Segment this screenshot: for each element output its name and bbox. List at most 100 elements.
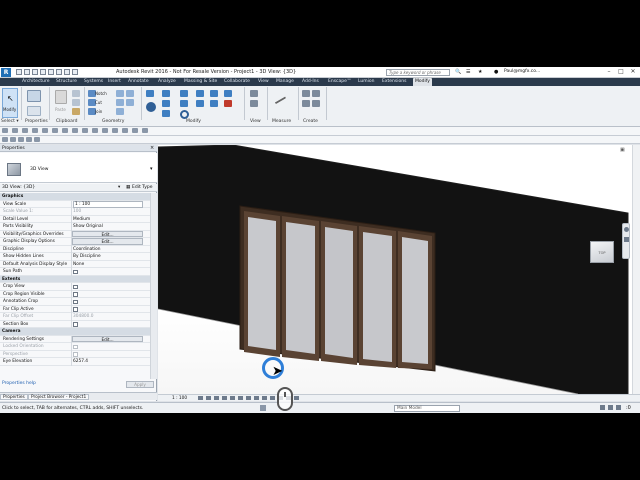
paste-icon[interactable] xyxy=(55,90,67,104)
apply-button[interactable]: Apply xyxy=(126,381,154,388)
offset-icon[interactable] xyxy=(162,90,170,97)
tab-manage[interactable]: Manage xyxy=(276,79,294,84)
rotate-icon[interactable] xyxy=(180,110,189,119)
property-group-header[interactable]: Graphics xyxy=(0,193,150,201)
property-row[interactable]: Crop Region Visible xyxy=(0,290,150,298)
property-checkbox[interactable] xyxy=(73,322,78,327)
property-row[interactable]: Scale Value 1: 100 xyxy=(0,208,150,216)
property-row[interactable]: Discipline Coordination xyxy=(0,245,150,253)
measure-tool-icon[interactable] xyxy=(269,87,287,105)
render-icon[interactable] xyxy=(230,396,235,400)
unjoin-icon[interactable] xyxy=(116,108,124,115)
modify-small-icon[interactable] xyxy=(2,128,8,133)
property-checkbox[interactable] xyxy=(73,292,78,297)
property-checkbox[interactable] xyxy=(73,307,78,312)
property-value[interactable]: Show Original xyxy=(73,224,103,229)
property-row[interactable]: Section Box xyxy=(0,320,150,328)
match-properties-icon[interactable] xyxy=(72,108,80,115)
property-row[interactable]: Detail Level Medium xyxy=(0,215,150,223)
print-small-icon[interactable] xyxy=(52,128,58,133)
property-value[interactable]: 1 : 100 xyxy=(73,200,143,208)
demolish-icon[interactable] xyxy=(126,99,134,106)
view-selector[interactable]: 3D View: {3D} xyxy=(2,185,35,190)
save-icon[interactable] xyxy=(24,69,30,75)
property-row[interactable]: Locked Orientation xyxy=(0,343,150,351)
property-checkbox[interactable] xyxy=(73,284,78,289)
text-icon[interactable] xyxy=(64,69,70,75)
notch-label[interactable]: Notch xyxy=(95,91,107,96)
tab-analyze[interactable]: Analyze xyxy=(158,79,176,84)
application-menu-button[interactable]: R xyxy=(1,68,11,77)
tab-systems[interactable]: Systems xyxy=(84,79,103,84)
viewport-scrollbar[interactable] xyxy=(632,145,640,394)
measure-icon[interactable] xyxy=(56,69,62,75)
show-crop-icon[interactable] xyxy=(246,396,251,400)
tab-properties[interactable]: Properties xyxy=(0,394,28,400)
unpin-icon[interactable] xyxy=(224,90,232,97)
type-properties-icon[interactable] xyxy=(27,106,41,116)
sun-path-icon[interactable] xyxy=(214,396,219,400)
scale-icon[interactable] xyxy=(210,90,218,97)
copy-icon[interactable] xyxy=(72,99,80,106)
tab-add-ins[interactable]: Add-Ins xyxy=(302,79,319,84)
property-value[interactable]: None xyxy=(73,262,84,267)
select-by-face-icon[interactable] xyxy=(26,137,32,142)
select-links-icon[interactable] xyxy=(2,137,8,142)
print-icon[interactable] xyxy=(48,69,54,75)
wall-joins-icon[interactable] xyxy=(116,99,124,106)
text-small-icon[interactable] xyxy=(92,128,98,133)
property-row[interactable]: Sun Path xyxy=(0,268,150,276)
view-scale[interactable]: 1 : 100 xyxy=(172,396,187,401)
select-pinned-status-icon[interactable] xyxy=(608,405,613,410)
user-name[interactable]: Paul@mgfx.co... xyxy=(504,69,540,74)
split-icon[interactable] xyxy=(196,90,204,97)
edit-type-button[interactable]: Edit Type xyxy=(132,185,152,190)
tab-view[interactable]: View xyxy=(258,79,269,84)
measure-small-icon[interactable] xyxy=(62,128,68,133)
tab-collaborate[interactable]: Collaborate xyxy=(224,79,250,84)
3d-small-icon[interactable] xyxy=(102,128,108,133)
section-small-icon[interactable] xyxy=(112,128,118,133)
drag-elements-icon[interactable] xyxy=(34,137,40,142)
property-row[interactable]: Crop View xyxy=(0,283,150,291)
property-checkbox[interactable] xyxy=(73,299,78,304)
restore-view-icon[interactable]: ▣ xyxy=(620,147,625,153)
delete-icon[interactable] xyxy=(224,100,232,107)
split-face-icon[interactable] xyxy=(116,90,124,97)
array-icon[interactable] xyxy=(196,100,204,107)
property-row[interactable]: Default Analysis Display Style None xyxy=(0,260,150,268)
minimize-button[interactable]: – xyxy=(604,68,614,76)
tab-insert[interactable]: Insert xyxy=(108,79,121,84)
join-label[interactable]: Join xyxy=(95,109,102,114)
3d-view-icon[interactable] xyxy=(72,69,78,75)
property-row[interactable]: Show Hidden Lines By Discipline xyxy=(0,253,150,261)
override-graphics-icon[interactable] xyxy=(250,100,258,107)
search-input[interactable]: Type a keyword or phrase xyxy=(386,69,450,76)
undo-small-icon[interactable] xyxy=(22,128,28,133)
tab-project-browser[interactable]: Project Browser - Project1 xyxy=(28,394,90,400)
select-pinned-icon[interactable] xyxy=(18,137,24,142)
undo-icon[interactable] xyxy=(32,69,38,75)
modify-button[interactable]: ↖ Modify xyxy=(2,88,18,118)
property-value[interactable]: Coordination xyxy=(73,247,100,252)
edit-button[interactable]: Edit... xyxy=(72,230,143,237)
copy-element-icon[interactable] xyxy=(162,110,170,117)
subscription-icon[interactable]: ☰ xyxy=(466,69,470,75)
select-underlay-icon[interactable] xyxy=(10,137,16,142)
property-row[interactable]: Eye Elevation 6257.4 xyxy=(0,358,150,366)
shadows-icon[interactable] xyxy=(222,396,227,400)
mirror-icon[interactable] xyxy=(162,100,170,107)
align-icon[interactable] xyxy=(146,90,154,97)
cut-clipboard-icon[interactable] xyxy=(72,90,80,97)
property-value[interactable]: By Discipline xyxy=(73,254,101,259)
reveal-hidden-icon[interactable] xyxy=(270,396,275,400)
crop-view-icon[interactable] xyxy=(238,396,243,400)
tab-modify[interactable]: Modify xyxy=(413,78,432,86)
property-row[interactable]: Far Clip Active xyxy=(0,305,150,313)
redo-small-icon[interactable] xyxy=(32,128,38,133)
property-row[interactable]: Far Clip Offset 304800.0 xyxy=(0,313,150,321)
close-hidden-small-icon[interactable] xyxy=(132,128,138,133)
tab-extensions[interactable]: Extensions xyxy=(382,79,406,84)
chevron-down-icon[interactable]: ▾ xyxy=(150,166,153,172)
type-selector[interactable]: 3D View ▾ xyxy=(0,153,157,183)
